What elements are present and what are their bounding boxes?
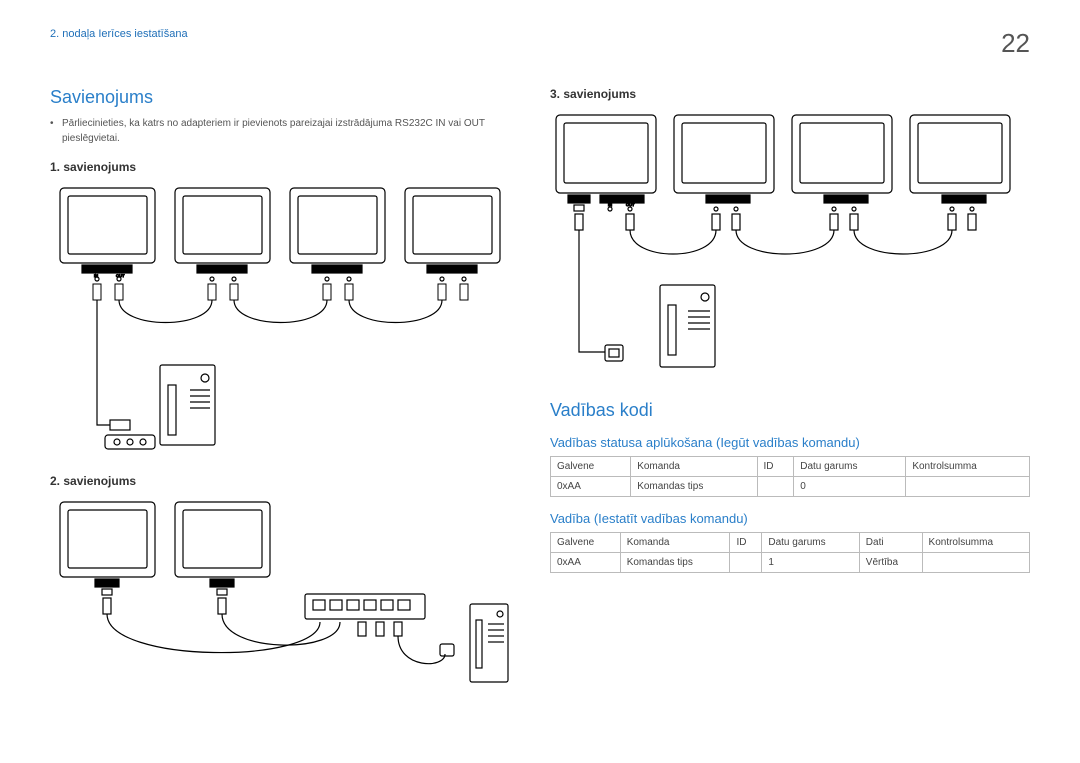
svg-text:RJ45: RJ45 (574, 197, 584, 202)
left-column: Savienojums Pārliecinieties, ka katrs no… (50, 87, 510, 720)
svg-text:RS232C: RS232C (214, 267, 229, 272)
connection-1-diagram: RS232C IN OUT RS232C (50, 180, 510, 460)
page-number: 22 (1001, 28, 1030, 59)
svg-text:RS232C: RS232C (838, 197, 853, 202)
svg-text:RS232C: RS232C (720, 197, 735, 202)
status-table: Galvene Komanda ID Datu garums Kontrolsu… (550, 456, 1030, 497)
t2-h3: Datu garums (762, 533, 859, 553)
t2-h5: Kontrolsumma (922, 533, 1029, 553)
chapter-label: 2. nodaļa Ierīces iestatīšana (50, 28, 188, 40)
svg-text:RS232C: RS232C (444, 267, 459, 272)
t1-r2 (757, 477, 794, 497)
svg-text:RJ45: RJ45 (102, 581, 112, 586)
connection-3-heading: 3. savienojums (550, 87, 1030, 101)
svg-text:RJ45: RJ45 (217, 581, 227, 586)
t2-r5 (922, 553, 1029, 573)
t2-h1: Komanda (620, 533, 730, 553)
note-text: Pārliecinieties, ka katrs no adapteriem … (50, 116, 510, 146)
t2-r2 (730, 553, 762, 573)
t1-h4: Kontrolsumma (906, 457, 1030, 477)
t1-r1: Komandas tips (631, 477, 757, 497)
view-status-heading: Vadības statusa aplūkošana (Iegūt vadība… (550, 435, 1030, 450)
t1-r4 (906, 477, 1030, 497)
connection-2-diagram: RJ45 RJ45 (50, 494, 510, 714)
right-column: 3. savienojums RJ45 RS232C IN OUT (550, 87, 1030, 720)
t2-r4: Vērtība (859, 553, 922, 573)
connection-3-diagram: RJ45 RS232C IN OUT RS232C (550, 107, 1030, 382)
svg-text:IN: IN (608, 202, 612, 207)
set-control-heading: Vadība (Iestatīt vadības komandu) (550, 511, 1030, 526)
t2-r0: 0xAA (551, 553, 621, 573)
t2-r3: 1 (762, 553, 859, 573)
t2-h2: ID (730, 533, 762, 553)
section-title-control-codes: Vadības kodi (550, 400, 1030, 421)
t2-h4: Dati (859, 533, 922, 553)
t1-r3: 0 (794, 477, 906, 497)
section-title-connection: Savienojums (50, 87, 510, 108)
t1-h1: Komanda (631, 457, 757, 477)
svg-text:RS232C: RS232C (956, 197, 971, 202)
t1-h0: Galvene (551, 457, 631, 477)
connection-1-heading: 1. savienojums (50, 160, 510, 174)
connection-2-heading: 2. savienojums (50, 474, 510, 488)
svg-text:RS232C: RS232C (99, 267, 114, 272)
t1-h2: ID (757, 457, 794, 477)
svg-text:RS232C: RS232C (329, 267, 344, 272)
t1-r0: 0xAA (551, 477, 631, 497)
t2-r1: Komandas tips (620, 553, 730, 573)
t2-h0: Galvene (551, 533, 621, 553)
t1-h3: Datu garums (794, 457, 906, 477)
svg-text:OUT: OUT (626, 202, 635, 207)
control-table: Galvene Komanda ID Datu garums Dati Kont… (550, 532, 1030, 573)
